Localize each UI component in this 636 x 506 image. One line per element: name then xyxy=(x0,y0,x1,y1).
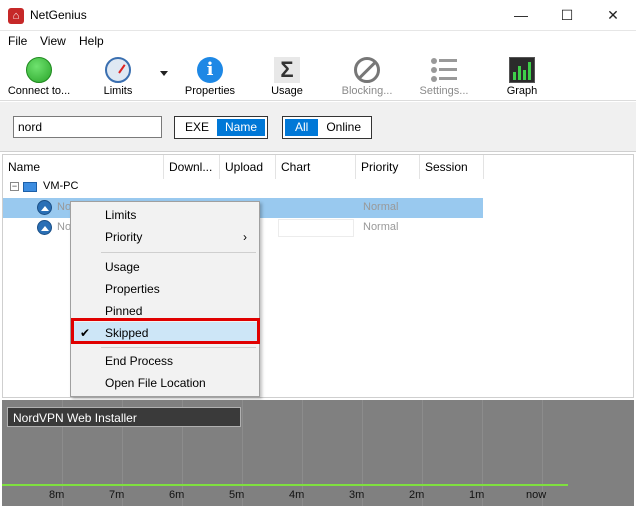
block-icon xyxy=(354,57,380,83)
blocking-button[interactable]: Blocking... xyxy=(336,53,398,99)
blocking-label: Blocking... xyxy=(341,85,393,97)
ctx-divider xyxy=(101,252,256,253)
chevron-down-icon[interactable] xyxy=(160,71,168,76)
ctx-priority-label: Priority xyxy=(105,230,143,244)
collapse-toggle[interactable]: − xyxy=(10,182,19,191)
time-tick: 7m xyxy=(109,489,125,501)
traffic-line xyxy=(2,484,568,486)
col-chart[interactable]: Chart xyxy=(276,155,356,179)
info-icon: i xyxy=(197,57,223,83)
graph-icon xyxy=(509,57,535,83)
scope-online-option[interactable]: Online xyxy=(318,119,369,136)
ctx-divider xyxy=(101,347,256,348)
scope-all-option[interactable]: All xyxy=(285,119,319,136)
maximize-button[interactable]: ☐ xyxy=(544,0,590,31)
ctx-priority[interactable]: Priority › xyxy=(71,226,259,248)
col-session[interactable]: Session xyxy=(420,155,484,179)
graph-process-label: NordVPN Web Installer xyxy=(7,407,241,427)
app-icon: ⌂ xyxy=(8,8,24,24)
nordvpn-icon xyxy=(37,200,52,215)
list-header: Name Downl... Upload Chart Priority Sess… xyxy=(3,155,633,179)
col-priority[interactable]: Priority xyxy=(356,155,420,179)
settings-sliders-icon xyxy=(431,57,457,83)
menu-bar: File View Help xyxy=(0,31,636,51)
nordvpn-icon xyxy=(37,220,52,235)
sigma-icon: Σ xyxy=(274,57,300,83)
connect-label: Connect to... xyxy=(7,85,71,97)
settings-label: Settings... xyxy=(419,85,469,97)
toolbar: Connect to... Limits i Properties Σ Usag… xyxy=(0,51,636,101)
minimize-button[interactable]: — xyxy=(498,0,544,31)
row-chart xyxy=(278,199,354,217)
filter-bar: EXE Name All Online xyxy=(0,102,636,152)
row-priority: Normal xyxy=(363,221,399,233)
time-tick: 2m xyxy=(409,489,425,501)
settings-button[interactable]: Settings... xyxy=(412,53,476,99)
mode-exe-option[interactable]: EXE xyxy=(177,119,217,136)
col-name[interactable]: Name xyxy=(3,155,164,179)
time-tick: now xyxy=(526,489,547,501)
traffic-graph: NordVPN Web Installer 8m 7m 6m 5m 4m 3m … xyxy=(2,400,634,506)
context-menu: Limits Priority › Usage Properties Pinne… xyxy=(70,201,260,397)
row-name: No xyxy=(57,201,72,213)
row-priority: Normal xyxy=(363,201,399,213)
gauge-icon xyxy=(105,57,131,83)
usage-button[interactable]: Σ Usage xyxy=(264,53,310,99)
connect-button[interactable]: Connect to... xyxy=(4,53,74,99)
col-upload[interactable]: Upload xyxy=(220,155,276,179)
limits-button[interactable]: Limits xyxy=(92,53,144,99)
chevron-right-icon: › xyxy=(243,230,247,244)
machine-label: VM-PC xyxy=(43,180,79,192)
time-tick: 3m xyxy=(349,489,365,501)
window-title: NetGenius xyxy=(30,8,87,22)
col-download[interactable]: Downl... xyxy=(164,155,220,179)
usage-label: Usage xyxy=(271,85,303,97)
ctx-limits[interactable]: Limits xyxy=(71,204,259,226)
ctx-end-process[interactable]: End Process xyxy=(71,350,259,372)
connect-icon xyxy=(26,57,52,83)
row-chart xyxy=(278,219,354,237)
time-tick: 5m xyxy=(229,489,245,501)
close-button[interactable]: ✕ xyxy=(590,0,636,31)
match-mode-toggle: EXE Name xyxy=(174,116,269,139)
properties-button[interactable]: i Properties xyxy=(180,53,240,99)
highlight-annotation xyxy=(71,318,260,344)
scope-toggle: All Online xyxy=(282,116,373,139)
time-tick: 4m xyxy=(289,489,305,501)
ctx-properties[interactable]: Properties xyxy=(71,278,259,300)
menu-view[interactable]: View xyxy=(40,34,66,48)
time-tick: 6m xyxy=(169,489,185,501)
graph-label: Graph xyxy=(506,85,538,97)
time-tick: 1m xyxy=(469,489,485,501)
ctx-usage[interactable]: Usage xyxy=(71,256,259,278)
time-tick: 8m xyxy=(49,489,65,501)
properties-label: Properties xyxy=(184,85,236,97)
row-name: No xyxy=(57,221,72,233)
computer-icon xyxy=(23,182,37,192)
title-bar: ⌂ NetGenius — ☐ ✕ xyxy=(0,0,636,31)
ctx-open-file-location[interactable]: Open File Location xyxy=(71,372,259,394)
menu-file[interactable]: File xyxy=(8,34,27,48)
mode-name-option[interactable]: Name xyxy=(217,119,266,136)
search-input[interactable] xyxy=(13,116,162,138)
limits-label: Limits xyxy=(103,85,133,97)
menu-help[interactable]: Help xyxy=(79,34,104,48)
graph-button[interactable]: Graph xyxy=(500,53,544,99)
